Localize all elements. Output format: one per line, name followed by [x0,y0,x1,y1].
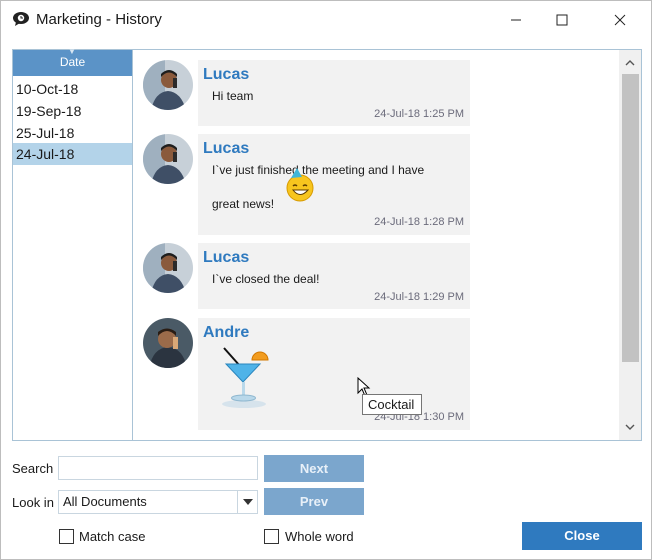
avatar-andre [143,318,193,368]
close-icon [614,14,626,26]
look-in-label: Look in [12,495,54,510]
sort-caret-icon: ▼ [68,47,76,56]
message-timestamp: 24-Jul-18 1:29 PM [374,291,464,303]
party-smiley-icon [286,168,314,202]
date-item[interactable]: 25-Jul-18 [13,122,132,144]
message-bubble: Andre 24-Jul-18 1:30 PM [198,318,470,430]
message-text: Hi team [212,89,254,103]
search-input[interactable] [58,456,258,480]
message-timestamp: 24-Jul-18 1:28 PM [374,216,464,228]
date-column-header[interactable]: ▼ Date [13,47,132,76]
message-text: I`ve just finished the meeting and I hav… [212,163,425,177]
search-label: Search [12,461,54,476]
minimize-icon [511,19,521,21]
sender-name: Lucas [203,140,250,157]
app-chat-icon [13,12,29,26]
scroll-down-button[interactable] [619,416,641,438]
date-list: ▼ Date 10-Oct-18 19-Sep-18 25-Jul-18 24-… [13,47,133,440]
scrollbar-thumb[interactable] [622,74,639,362]
date-item-selected[interactable]: 24-Jul-18 [13,143,132,165]
chevron-up-icon [625,60,635,66]
avatar-lucas [143,134,193,184]
prev-button[interactable]: Prev [264,488,364,515]
date-header-label: Date [59,55,86,69]
match-case-label[interactable]: Match case [79,529,145,544]
message-bubble: Lucas Hi team 24-Jul-18 1:25 PM [198,60,470,126]
window-title: Marketing - History [36,11,162,28]
sender-name: Lucas [203,249,250,266]
cocktail-icon [222,347,269,408]
message-area[interactable]: Lucas Hi team 24-Jul-18 1:25 PM Lucas I`… [134,50,619,440]
dropdown-button[interactable] [237,491,257,513]
message-bubble: Lucas I`ve closed the deal! 24-Jul-18 1:… [198,243,470,309]
message-timestamp: 24-Jul-18 1:25 PM [374,108,464,120]
vertical-scrollbar[interactable] [619,50,641,440]
maximize-button[interactable] [539,1,585,39]
minimize-button[interactable] [493,1,539,39]
scroll-up-button[interactable] [619,52,641,74]
look-in-value: All Documents [63,494,147,509]
close-button[interactable]: Close [522,522,642,550]
avatar-lucas [143,60,193,110]
chevron-down-icon [242,499,253,505]
history-window: Marketing - History ▼ Date 10-Oct-18 19-… [0,0,652,560]
match-case-checkbox[interactable] [59,529,74,544]
history-panel: ▼ Date 10-Oct-18 19-Sep-18 25-Jul-18 24-… [12,47,642,441]
look-in-select[interactable]: All Documents [58,490,258,514]
avatar-lucas [143,243,193,293]
message-bubble: Lucas I`ve just finished the meeting and… [198,134,470,235]
maximize-icon [556,14,568,26]
whole-word-label[interactable]: Whole word [285,529,354,544]
sender-name: Lucas [203,66,250,83]
chevron-down-icon [625,424,635,430]
close-window-button[interactable] [597,1,643,39]
date-item[interactable]: 19-Sep-18 [13,100,132,122]
next-button[interactable]: Next [264,455,364,482]
tooltip: Cocktail [362,394,422,415]
message-text: great news! [212,197,275,211]
whole-word-checkbox[interactable] [264,529,279,544]
date-item[interactable]: 10-Oct-18 [13,78,132,100]
sender-name: Andre [203,324,250,341]
title-bar[interactable]: Marketing - History [1,1,651,39]
message-text: I`ve closed the deal! [212,272,320,286]
